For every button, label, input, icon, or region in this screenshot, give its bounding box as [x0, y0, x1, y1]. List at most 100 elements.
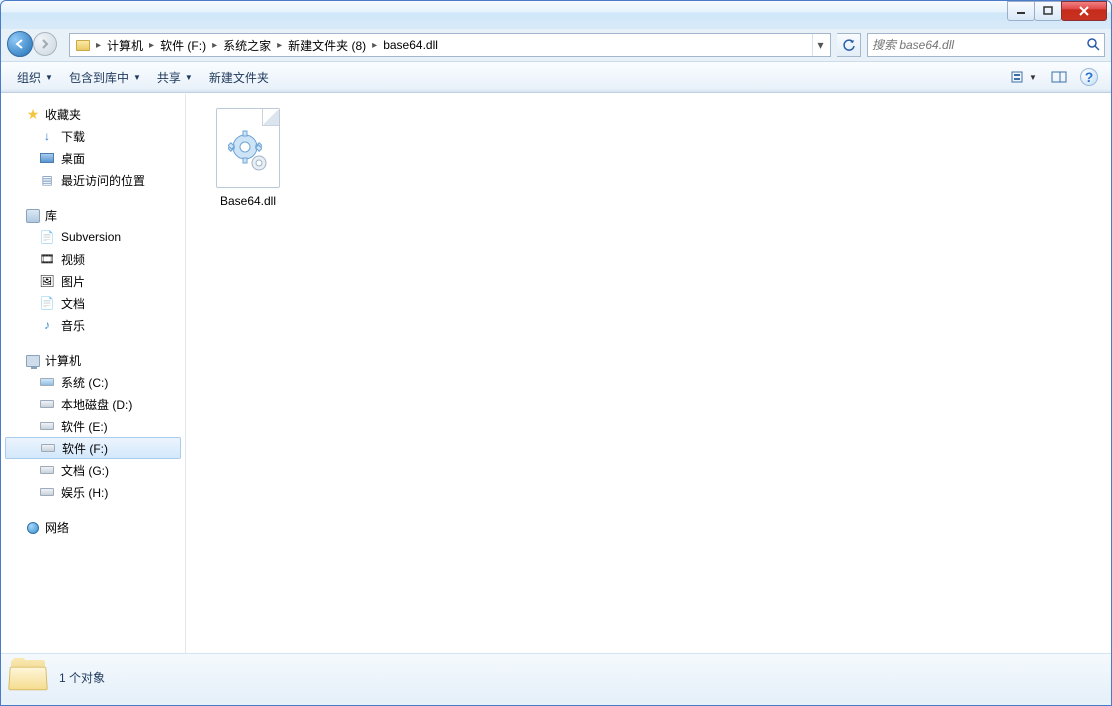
- forward-button[interactable]: [33, 32, 57, 56]
- network-label: 网络: [45, 519, 69, 536]
- desktop-icon: [39, 150, 55, 166]
- favorites-header[interactable]: ★ 收藏夹: [1, 104, 185, 125]
- minimize-button[interactable]: [1007, 1, 1035, 21]
- sidebar-item-label: 视频: [61, 251, 85, 268]
- computer-header[interactable]: 计算机: [1, 350, 185, 371]
- status-bar: 1 个对象: [1, 653, 1111, 701]
- star-icon: ★: [25, 107, 41, 123]
- main-area: ★ 收藏夹 下载 桌面 ▤ 最近访问的位置 库 📄: [1, 93, 1111, 653]
- recent-icon: ▤: [39, 172, 55, 188]
- computer-section: 计算机 系统 (C:) 本地磁盘 (D:) 软件 (E:) 软件 (F:) 文档…: [1, 350, 185, 503]
- libraries-label: 库: [45, 207, 57, 224]
- document-icon: 📄: [39, 229, 55, 245]
- sidebar-item-label: 文档: [61, 295, 85, 312]
- sidebar-item-label: 最近访问的位置: [61, 172, 145, 189]
- folder-icon: [74, 36, 92, 54]
- sidebar-item-label: 软件 (F:): [62, 440, 108, 457]
- breadcrumb-item[interactable]: 软件 (F:): [156, 37, 210, 54]
- drive-icon: [40, 440, 56, 456]
- status-text: 1 个对象: [59, 669, 105, 686]
- sidebar-item-drive-e[interactable]: 软件 (E:): [1, 415, 185, 437]
- favorites-label: 收藏夹: [45, 106, 81, 123]
- dll-file-icon: [212, 108, 284, 188]
- network-section: 网络: [1, 517, 185, 538]
- download-icon: [39, 128, 55, 144]
- folder-icon: [9, 658, 49, 698]
- close-button[interactable]: [1061, 1, 1107, 21]
- sidebar-item-label: 系统 (C:): [61, 374, 108, 391]
- address-dropdown[interactable]: ▾: [812, 34, 828, 56]
- refresh-button[interactable]: [837, 33, 861, 57]
- sidebar-item-drive-g[interactable]: 文档 (G:): [1, 459, 185, 481]
- video-icon: 🎞: [39, 251, 55, 267]
- network-icon: [25, 520, 41, 536]
- preview-pane-button[interactable]: [1045, 65, 1073, 89]
- sidebar-item-videos[interactable]: 🎞 视频: [1, 248, 185, 270]
- sidebar-item-label: Subversion: [61, 230, 121, 244]
- file-list[interactable]: Base64.dll: [186, 94, 1111, 653]
- help-button[interactable]: ?: [1075, 65, 1103, 89]
- help-icon: ?: [1080, 68, 1098, 86]
- file-item[interactable]: Base64.dll: [200, 108, 296, 639]
- sidebar-item-label: 下载: [61, 128, 85, 145]
- back-button[interactable]: [7, 31, 33, 57]
- sidebar-item-downloads[interactable]: 下载: [1, 125, 185, 147]
- file-name: Base64.dll: [200, 194, 296, 208]
- title-bar: [1, 1, 1111, 29]
- sidebar-item-label: 文档 (G:): [61, 462, 109, 479]
- navigation-sidebar: ★ 收藏夹 下载 桌面 ▤ 最近访问的位置 库 📄: [1, 94, 186, 653]
- view-options-button[interactable]: ▼: [1005, 65, 1043, 89]
- toolbar: 组织▼ 包含到库中▼ 共享▼ 新建文件夹 ▼ ?: [1, 61, 1111, 93]
- breadcrumb-bar[interactable]: ▸ 计算机 ▸ 软件 (F:) ▸ 系统之家 ▸ 新建文件夹 (8) ▸ bas…: [69, 33, 831, 57]
- library-icon: [25, 208, 41, 224]
- sidebar-item-documents[interactable]: 📄 文档: [1, 292, 185, 314]
- favorites-section: ★ 收藏夹 下载 桌面 ▤ 最近访问的位置: [1, 104, 185, 191]
- sidebar-item-drive-d[interactable]: 本地磁盘 (D:): [1, 393, 185, 415]
- gear-icon: [248, 152, 270, 174]
- sidebar-item-drive-f[interactable]: 软件 (F:): [5, 437, 181, 459]
- drive-icon: [39, 396, 55, 412]
- sidebar-item-music[interactable]: ♪ 音乐: [1, 314, 185, 336]
- sidebar-item-recent[interactable]: ▤ 最近访问的位置: [1, 169, 185, 191]
- breadcrumb-item[interactable]: base64.dll: [379, 38, 442, 52]
- drive-icon: [39, 484, 55, 500]
- maximize-button[interactable]: [1034, 1, 1062, 21]
- search-input[interactable]: [872, 38, 1086, 52]
- share-button[interactable]: 共享▼: [149, 65, 201, 90]
- sidebar-item-label: 桌面: [61, 150, 85, 167]
- sidebar-item-label: 音乐: [61, 317, 85, 334]
- chevron-right-icon[interactable]: ▸: [147, 40, 156, 51]
- chevron-right-icon[interactable]: ▸: [94, 40, 103, 51]
- address-bar: ▸ 计算机 ▸ 软件 (F:) ▸ 系统之家 ▸ 新建文件夹 (8) ▸ bas…: [1, 29, 1111, 61]
- chevron-right-icon[interactable]: ▸: [210, 40, 219, 51]
- breadcrumb-item[interactable]: 新建文件夹 (8): [284, 37, 370, 54]
- libraries-header[interactable]: 库: [1, 205, 185, 226]
- sidebar-item-subversion[interactable]: 📄 Subversion: [1, 226, 185, 248]
- window-controls: [1008, 1, 1107, 21]
- sidebar-item-label: 本地磁盘 (D:): [61, 396, 132, 413]
- organize-button[interactable]: 组织▼: [9, 65, 61, 90]
- music-icon: ♪: [39, 317, 55, 333]
- drive-icon: [39, 418, 55, 434]
- search-icon[interactable]: [1086, 37, 1100, 54]
- picture-icon: 🖼: [39, 273, 55, 289]
- network-header[interactable]: 网络: [1, 517, 185, 538]
- sidebar-item-desktop[interactable]: 桌面: [1, 147, 185, 169]
- breadcrumb-item[interactable]: 计算机: [103, 37, 147, 54]
- drive-icon: [39, 374, 55, 390]
- computer-label: 计算机: [45, 352, 81, 369]
- sidebar-item-label: 图片: [61, 273, 85, 290]
- libraries-section: 库 📄 Subversion 🎞 视频 🖼 图片 📄 文档 ♪ 音乐: [1, 205, 185, 336]
- sidebar-item-drive-c[interactable]: 系统 (C:): [1, 371, 185, 393]
- chevron-right-icon[interactable]: ▸: [370, 40, 379, 51]
- computer-icon: [25, 353, 41, 369]
- nav-buttons: [7, 31, 63, 59]
- new-folder-button[interactable]: 新建文件夹: [201, 65, 277, 90]
- sidebar-item-pictures[interactable]: 🖼 图片: [1, 270, 185, 292]
- search-box[interactable]: [867, 33, 1105, 57]
- include-in-library-button[interactable]: 包含到库中▼: [61, 65, 149, 90]
- sidebar-item-label: 娱乐 (H:): [61, 484, 108, 501]
- breadcrumb-item[interactable]: 系统之家: [219, 37, 275, 54]
- sidebar-item-drive-h[interactable]: 娱乐 (H:): [1, 481, 185, 503]
- chevron-right-icon[interactable]: ▸: [275, 40, 284, 51]
